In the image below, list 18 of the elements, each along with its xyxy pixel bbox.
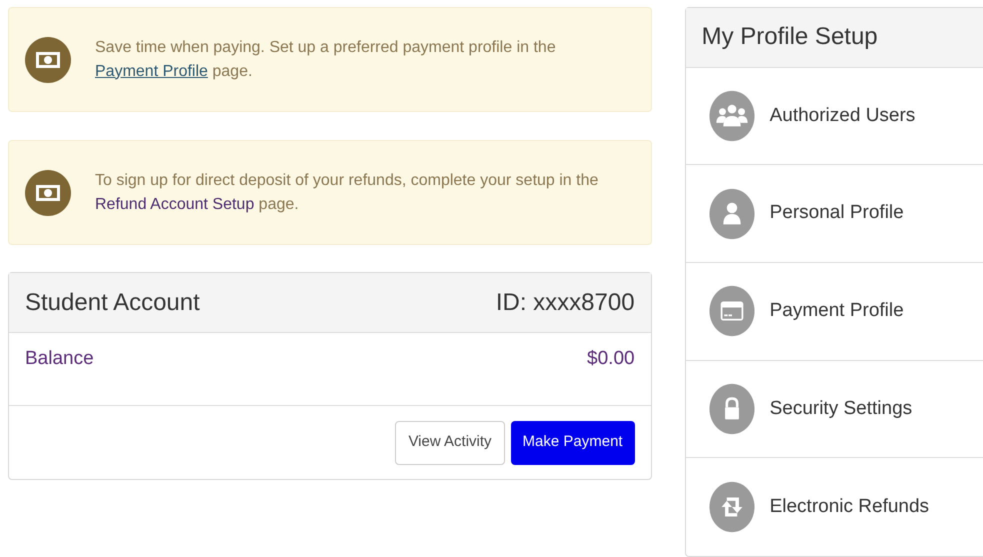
view-activity-button[interactable]: View Activity [395,420,505,464]
profile-menu-item[interactable]: Personal Profile [686,165,983,264]
page-link[interactable]: Refund Account Setup [95,196,254,212]
profile-menu-item[interactable]: Security Settings [686,360,983,458]
notice-text: Save time when paying. Set up a preferred payment profile in the Payment Profile page. [95,38,557,82]
balance-value: $0.00 [587,347,635,371]
account-id: ID: xxxx8700 [496,288,635,318]
profile-menu-item[interactable]: Authorized Users [686,68,983,166]
balance-label: Balance [25,347,94,371]
make-payment-button[interactable]: Make Payment [510,420,635,464]
money-icon [25,170,71,216]
money-icon [25,36,71,82]
profile-menu-item[interactable]: Payment Profile [686,263,983,361]
panel-title: My Profile Setup [702,22,878,52]
card-title: Student Account [25,288,200,318]
profile-menu-item[interactable]: Electronic Refunds [686,458,983,556]
notice-text: To sign up for direct deposit of your refunds, complete your setup in the Refund Account Setup page. [95,170,600,214]
page-link[interactable]: Payment Profile [95,62,208,80]
